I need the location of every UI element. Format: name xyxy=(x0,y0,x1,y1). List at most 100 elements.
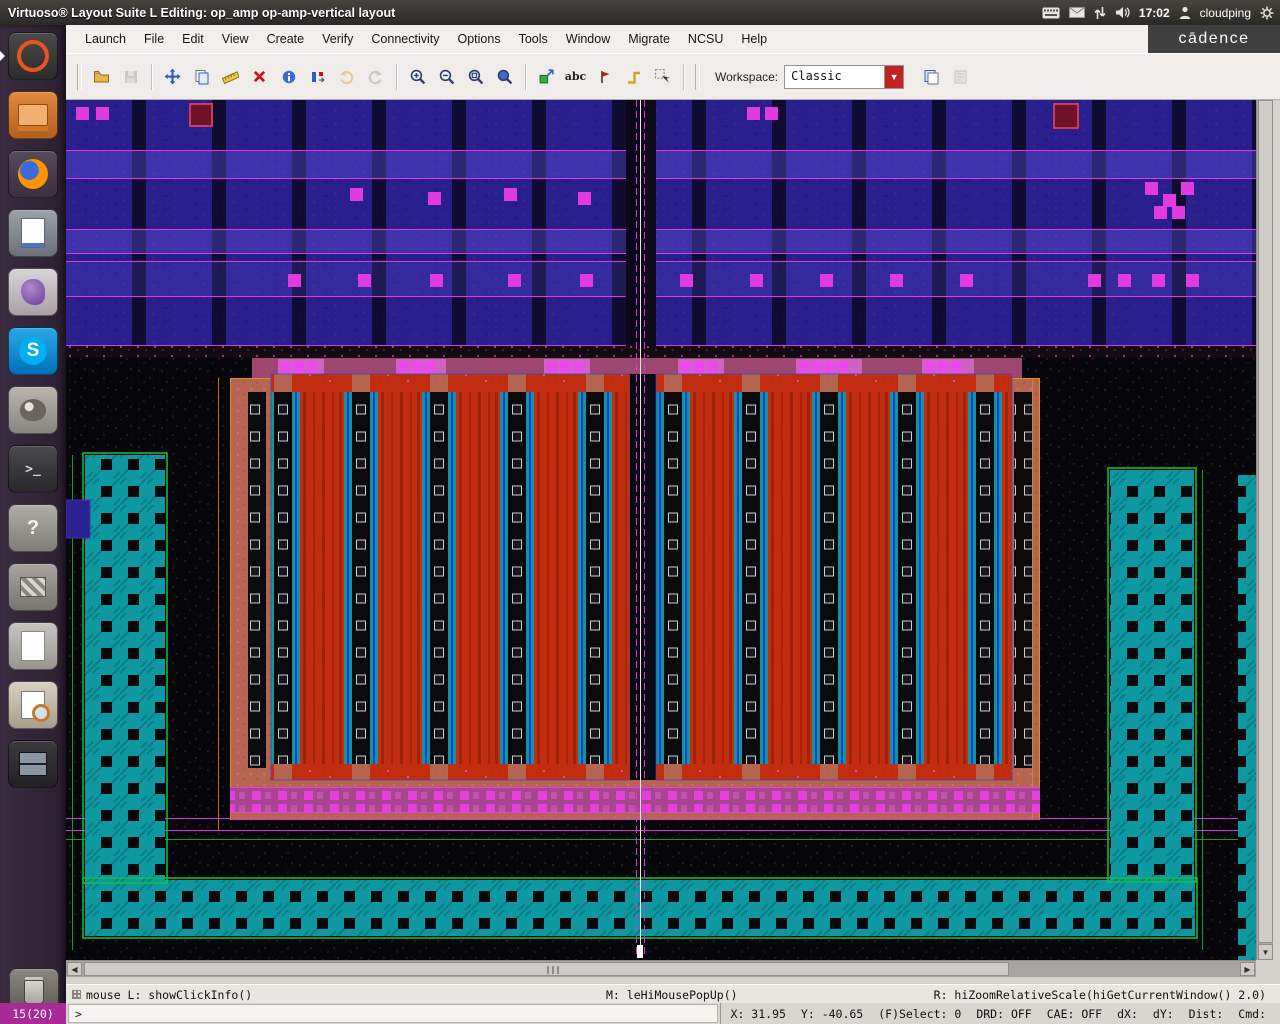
select-count: (F)Select: 0 xyxy=(878,1006,962,1021)
username[interactable]: cloudping xyxy=(1200,6,1251,20)
launcher-item-archive-tool[interactable] xyxy=(8,563,58,611)
redo-button[interactable] xyxy=(362,63,389,90)
scroll-right-arrow[interactable]: ▶ xyxy=(1240,962,1255,976)
drd-status: DRD: OFF xyxy=(976,1006,1032,1021)
desktop: { "topbar": { "title": "Virtuoso® Layout… xyxy=(0,0,1280,1024)
launcher-item-skype[interactable]: S xyxy=(8,327,58,375)
menu-migrate[interactable]: Migrate xyxy=(619,25,679,53)
workspace-dropdown[interactable]: Classic ▼ xyxy=(784,64,905,89)
scroll-down-arrow[interactable]: ▼ xyxy=(1258,944,1273,960)
properties-button[interactable] xyxy=(275,63,302,90)
archive-icon xyxy=(20,577,46,597)
menu-window[interactable]: Window xyxy=(557,25,619,53)
zoom-out-button[interactable] xyxy=(433,63,460,90)
status-bar: mouse L: showClickInfo() M: leHiMousePop… xyxy=(66,984,1280,1004)
scroll-left-arrow[interactable]: ◀ xyxy=(67,962,82,976)
horizontal-scrollbar[interactable]: ◀ ▶ xyxy=(66,960,1256,977)
menu-file[interactable]: File xyxy=(135,25,173,53)
gear-icon[interactable] xyxy=(1260,6,1274,20)
launcher-item-ubuntu-dash[interactable] xyxy=(0,32,58,80)
create-wire-button[interactable] xyxy=(620,63,647,90)
abc-label-icon: abc xyxy=(564,70,587,83)
workspace-value: Classic xyxy=(791,68,842,83)
layout-canvas-area[interactable] xyxy=(66,100,1256,960)
create-wire-icon xyxy=(627,71,640,84)
horizontal-scrollbar-thumb[interactable] xyxy=(84,962,1009,976)
create-instance-icon xyxy=(539,69,554,84)
create-label-button[interactable]: abc xyxy=(562,63,589,90)
stretch-button[interactable] xyxy=(159,63,186,90)
clock[interactable]: 17:02 xyxy=(1139,6,1170,20)
launcher-item-terminal[interactable]: >_ xyxy=(8,445,58,493)
mouse-middle-binding: M: leHiMousePopUp() xyxy=(606,987,738,1002)
screenshot-icon xyxy=(21,691,50,722)
select-mode-button[interactable] xyxy=(649,63,676,90)
x-coordinate: X: 31.95 xyxy=(730,1006,786,1021)
ruler-icon xyxy=(222,70,239,84)
open-button[interactable] xyxy=(88,63,115,90)
paste-view-button[interactable] xyxy=(947,63,974,90)
menu-connectivity[interactable]: Connectivity xyxy=(362,25,448,53)
select-mode-icon xyxy=(655,69,670,83)
rotate-button[interactable] xyxy=(304,63,331,90)
create-instance-button[interactable] xyxy=(533,63,560,90)
stipple-overlay xyxy=(66,100,1256,960)
volume-icon[interactable] xyxy=(1115,6,1130,19)
zoom-to-selected-button[interactable] xyxy=(491,63,518,90)
launcher-item-files[interactable] xyxy=(8,91,58,139)
pidgin-bird-icon xyxy=(21,279,45,305)
dy-readout: dY: xyxy=(1152,1006,1174,1021)
toolbar-separator xyxy=(396,63,397,90)
launcher-item-text-file[interactable] xyxy=(8,622,58,670)
zoom-in-button[interactable] xyxy=(404,63,431,90)
zoom-to-selected-icon xyxy=(497,69,513,85)
launcher-item-document-viewer[interactable] xyxy=(8,209,58,257)
layout-canvas[interactable] xyxy=(66,100,1256,960)
selection-count-badge: 15(20) xyxy=(0,1003,66,1024)
copy-view-button[interactable] xyxy=(918,63,945,90)
vertical-scrollbar[interactable]: ▼ xyxy=(1256,100,1273,960)
delete-button[interactable] xyxy=(246,63,273,90)
dist-readout: Dist: xyxy=(1188,1006,1224,1021)
toolbar-separator xyxy=(683,63,684,90)
launcher-item-help[interactable]: ? xyxy=(8,504,58,552)
command-input[interactable]: > xyxy=(68,1004,718,1023)
y-coordinate: Y: -40.65 xyxy=(800,1006,864,1021)
keyboard-icon[interactable] xyxy=(1042,7,1060,19)
create-pin-button[interactable] xyxy=(591,63,618,90)
firefox-icon xyxy=(18,159,48,189)
dx-readout: dX: xyxy=(1117,1006,1138,1021)
launcher-item-screenshot-tool[interactable] xyxy=(8,681,58,729)
undo-button[interactable] xyxy=(333,63,360,90)
window-right-margin xyxy=(1273,100,1280,960)
toolbar-grip[interactable] xyxy=(77,63,82,90)
menu-tools[interactable]: Tools xyxy=(510,25,557,53)
menu-view[interactable]: View xyxy=(213,25,258,53)
launcher-item-pidgin[interactable] xyxy=(8,268,58,316)
trash-icon xyxy=(24,980,44,1004)
open-icon xyxy=(94,70,109,82)
save-button[interactable] xyxy=(117,63,144,90)
zoom-in-icon xyxy=(410,69,426,85)
menu-edit[interactable]: Edit xyxy=(173,25,213,53)
launcher-item-workspace-switcher[interactable] xyxy=(8,740,58,788)
toolbar-grip[interactable] xyxy=(695,63,700,90)
menu-verify[interactable]: Verify xyxy=(313,25,362,53)
launcher-item-gimp[interactable] xyxy=(8,386,58,434)
chevron-down-icon[interactable]: ▼ xyxy=(884,65,904,88)
zoom-to-fit-button[interactable] xyxy=(462,63,489,90)
sync-arrows-icon[interactable] xyxy=(1094,6,1106,20)
mouse-left-binding: mouse L: showClickInfo() xyxy=(86,987,253,1002)
vertical-scrollbar-thumb[interactable] xyxy=(1258,100,1273,943)
menu-create[interactable]: Create xyxy=(258,25,314,53)
ruler-button[interactable] xyxy=(217,63,244,90)
menu-options[interactable]: Options xyxy=(448,25,509,53)
properties-icon xyxy=(282,70,295,83)
launcher-item-firefox[interactable] xyxy=(8,150,58,198)
copy-button[interactable] xyxy=(188,63,215,90)
mail-icon[interactable] xyxy=(1068,7,1085,18)
menu-ncsu[interactable]: NCSU xyxy=(679,25,732,53)
menu-launch[interactable]: Launch xyxy=(76,25,135,53)
save-icon xyxy=(124,70,137,83)
menu-help[interactable]: Help xyxy=(732,25,776,53)
